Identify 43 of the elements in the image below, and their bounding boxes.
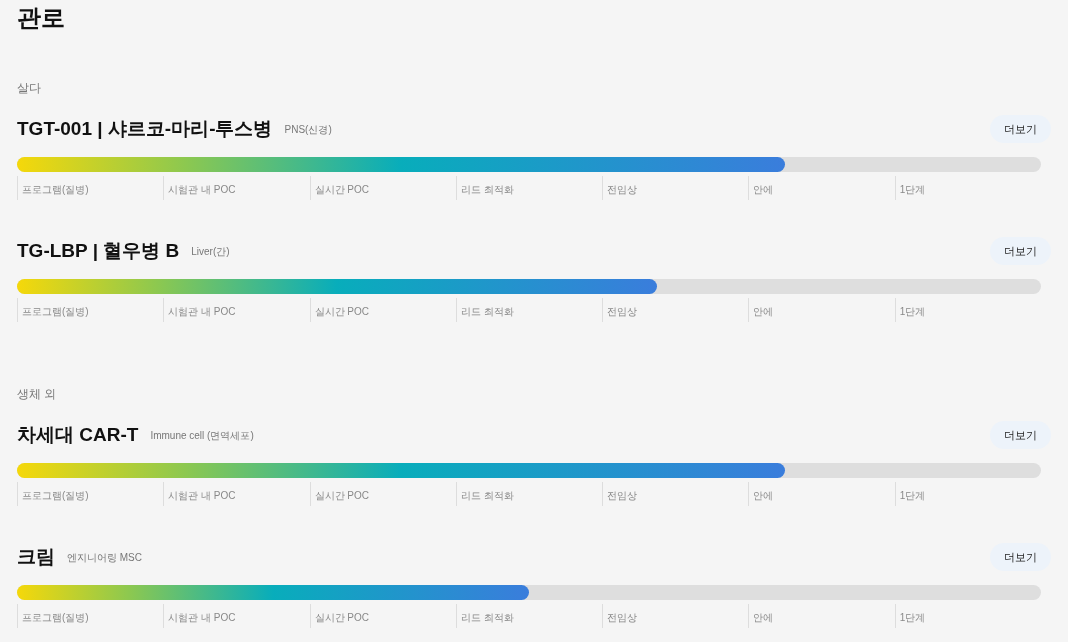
stage-label: 안에: [753, 612, 774, 623]
stage-label: 안에: [753, 490, 774, 501]
stage-label: 전임상: [607, 490, 638, 501]
program-title: TGT-001 | 샤르코-마리-투스병: [17, 116, 273, 141]
page-title: 관로: [17, 3, 66, 33]
stage-label: 실시간 POC: [314, 306, 369, 317]
stage-label: 실시간 POC: [314, 612, 369, 623]
stage-label: 리드 최적화: [460, 184, 514, 195]
more-button[interactable]: 더보기: [990, 237, 1051, 265]
stage-label: 리드 최적화: [460, 490, 514, 501]
more-button[interactable]: 더보기: [990, 421, 1051, 449]
stage-label: 프로그램(질병): [22, 184, 89, 195]
more-button[interactable]: 더보기: [990, 543, 1051, 571]
stage-label: 1단계: [899, 306, 926, 317]
stage-label: 1단계: [899, 490, 926, 501]
program-tag: Immune cell (면역세포): [150, 427, 254, 443]
stage-label: 실시간 POC: [314, 490, 369, 501]
stage-label: 전임상: [607, 184, 638, 195]
stage-label: 시험관 내 POC: [168, 490, 236, 501]
program-tag: 엔지니어링 MSC: [67, 549, 142, 565]
stage-label: 프로그램(질병): [22, 612, 89, 623]
stage-label: 시험관 내 POC: [168, 306, 236, 317]
section-label: 생체 외: [17, 386, 58, 402]
stage-label: 1단계: [899, 184, 926, 195]
program-tag: Liver(간): [191, 243, 230, 259]
stage-label: 안에: [753, 306, 774, 317]
stage-label: 시험관 내 POC: [168, 612, 236, 623]
stage-label: 안에: [753, 184, 774, 195]
stage-label: 시험관 내 POC: [168, 184, 236, 195]
stage-label: 전임상: [607, 612, 638, 623]
program-title: 차세대 CAR-T: [17, 422, 139, 447]
stage-label: 1단계: [899, 612, 926, 623]
program-title: 크림: [17, 544, 55, 569]
stage-label: 리드 최적화: [460, 612, 514, 623]
stage-label: 전임상: [607, 306, 638, 317]
more-button[interactable]: 더보기: [990, 115, 1051, 143]
stage-label: 프로그램(질병): [22, 490, 89, 501]
program-tag: PNS(신경): [284, 121, 332, 137]
program-title: TG-LBP | 혈우병 B: [17, 238, 180, 263]
stage-label: 프로그램(질병): [22, 306, 89, 317]
stage-label: 리드 최적화: [460, 306, 514, 317]
stage-label: 실시간 POC: [314, 184, 369, 195]
section-label: 살다: [17, 80, 42, 96]
